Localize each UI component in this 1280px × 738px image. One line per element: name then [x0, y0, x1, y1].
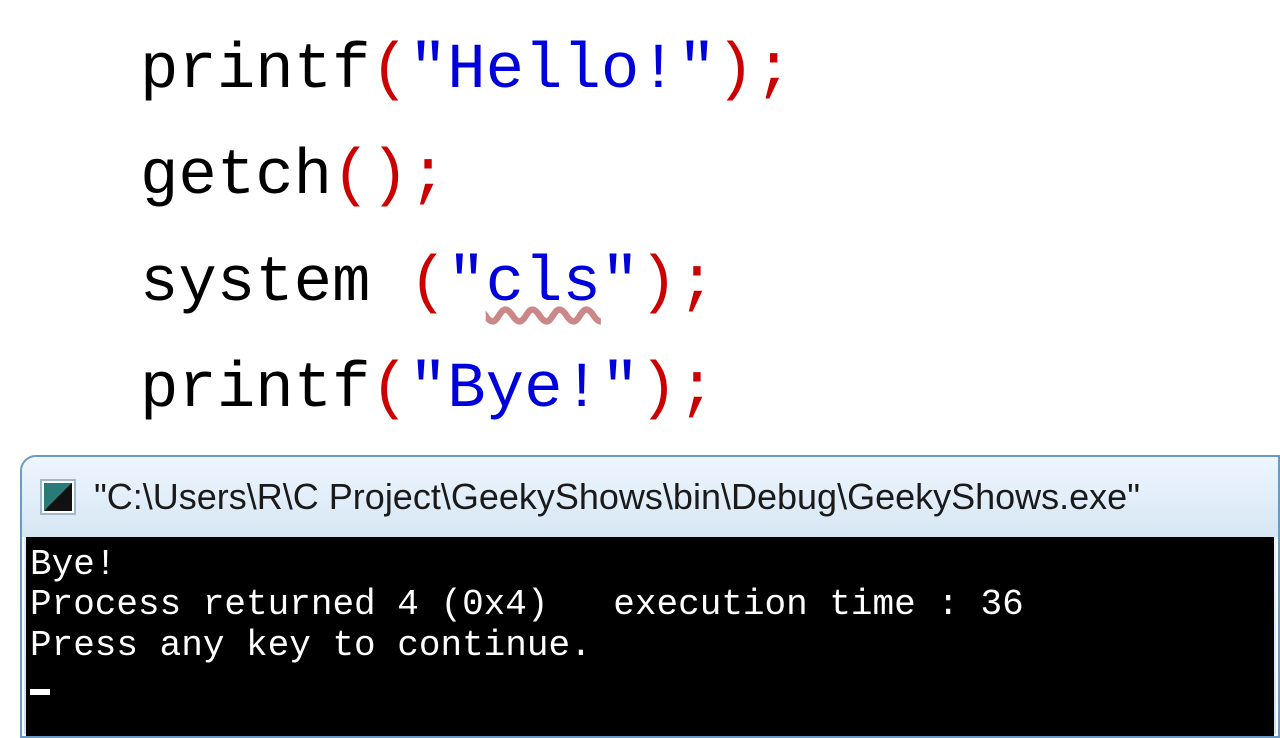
console-body[interactable]: Bye! Process returned 4 (0x4) execution … [26, 537, 1274, 736]
quote-token: " [601, 248, 639, 320]
console-title: "C:\Users\R\C Project\GeekyShows\bin\Deb… [94, 476, 1140, 518]
console-titlebar[interactable]: "C:\Users\R\C Project\GeekyShows\bin\Deb… [22, 457, 1278, 537]
console-window[interactable]: "C:\Users\R\C Project\GeekyShows\bin\Deb… [20, 455, 1280, 738]
paren-open: ( [409, 248, 447, 320]
paren-close: ) [639, 354, 677, 426]
string-token: "Bye!" [409, 354, 639, 426]
console-output-line: Bye! [30, 545, 1270, 585]
code-line-1: printf("Hello!"); [140, 20, 1140, 122]
code-editor[interactable]: printf("Hello!"); getch(); system ("cls"… [0, 0, 1280, 466]
func-token: system [140, 248, 409, 320]
func-token: getch [140, 141, 332, 213]
console-cursor [30, 689, 50, 695]
func-token: printf [140, 354, 370, 426]
semicolon-token: ; [409, 141, 447, 213]
paren-open: ( [370, 354, 408, 426]
string-token: "Hello!" [409, 35, 716, 107]
code-line-3: system ("cls"); [140, 233, 1140, 335]
code-line-4: printf("Bye!"); [140, 339, 1140, 441]
func-token: printf [140, 35, 370, 107]
quote-token: " [447, 248, 485, 320]
paren-close: ) [370, 141, 408, 213]
console-output-line: Process returned 4 (0x4) execution time … [30, 585, 1270, 625]
semicolon-token: ; [678, 248, 716, 320]
string-squiggly-token: cls [486, 248, 601, 320]
console-icon [40, 479, 76, 515]
semicolon-token: ; [678, 354, 716, 426]
console-output-line: Press any key to continue. [30, 626, 1270, 666]
semicolon-token: ; [755, 35, 793, 107]
paren-close: ) [716, 35, 754, 107]
code-line-2: getch(); [140, 126, 1140, 228]
paren-open: ( [332, 141, 370, 213]
paren-open: ( [370, 35, 408, 107]
paren-close: ) [639, 248, 677, 320]
